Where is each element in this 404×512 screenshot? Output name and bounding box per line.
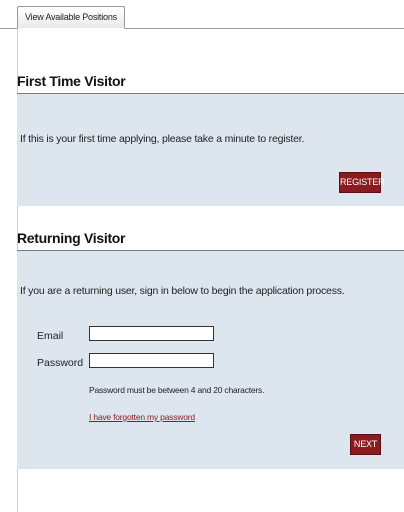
next-button[interactable]: NEXT: [350, 434, 381, 455]
password-hint: Password must be between 4 and 20 charac…: [89, 385, 265, 395]
register-button[interactable]: REGISTER: [339, 172, 385, 193]
returning-message: If you are a returning user, sign in bel…: [20, 285, 345, 297]
first-time-visitor-panel: If this is your first time applying, ple…: [17, 94, 404, 206]
first-time-message: If this is your first time applying, ple…: [20, 133, 305, 145]
password-field[interactable]: [89, 353, 214, 368]
returning-visitor-heading: Returning Visitor: [17, 230, 126, 246]
forgot-password-link[interactable]: I have forgotten my password: [89, 412, 195, 422]
returning-visitor-panel: If you are a returning user, sign in bel…: [17, 251, 404, 469]
tab-bar: View Available Positions: [0, 0, 404, 29]
password-label: Password: [37, 357, 84, 369]
email-label: Email: [37, 330, 64, 342]
tab-view-available-positions[interactable]: View Available Positions: [17, 6, 125, 29]
email-field[interactable]: [89, 326, 214, 341]
first-time-visitor-heading: First Time Visitor: [17, 73, 126, 89]
